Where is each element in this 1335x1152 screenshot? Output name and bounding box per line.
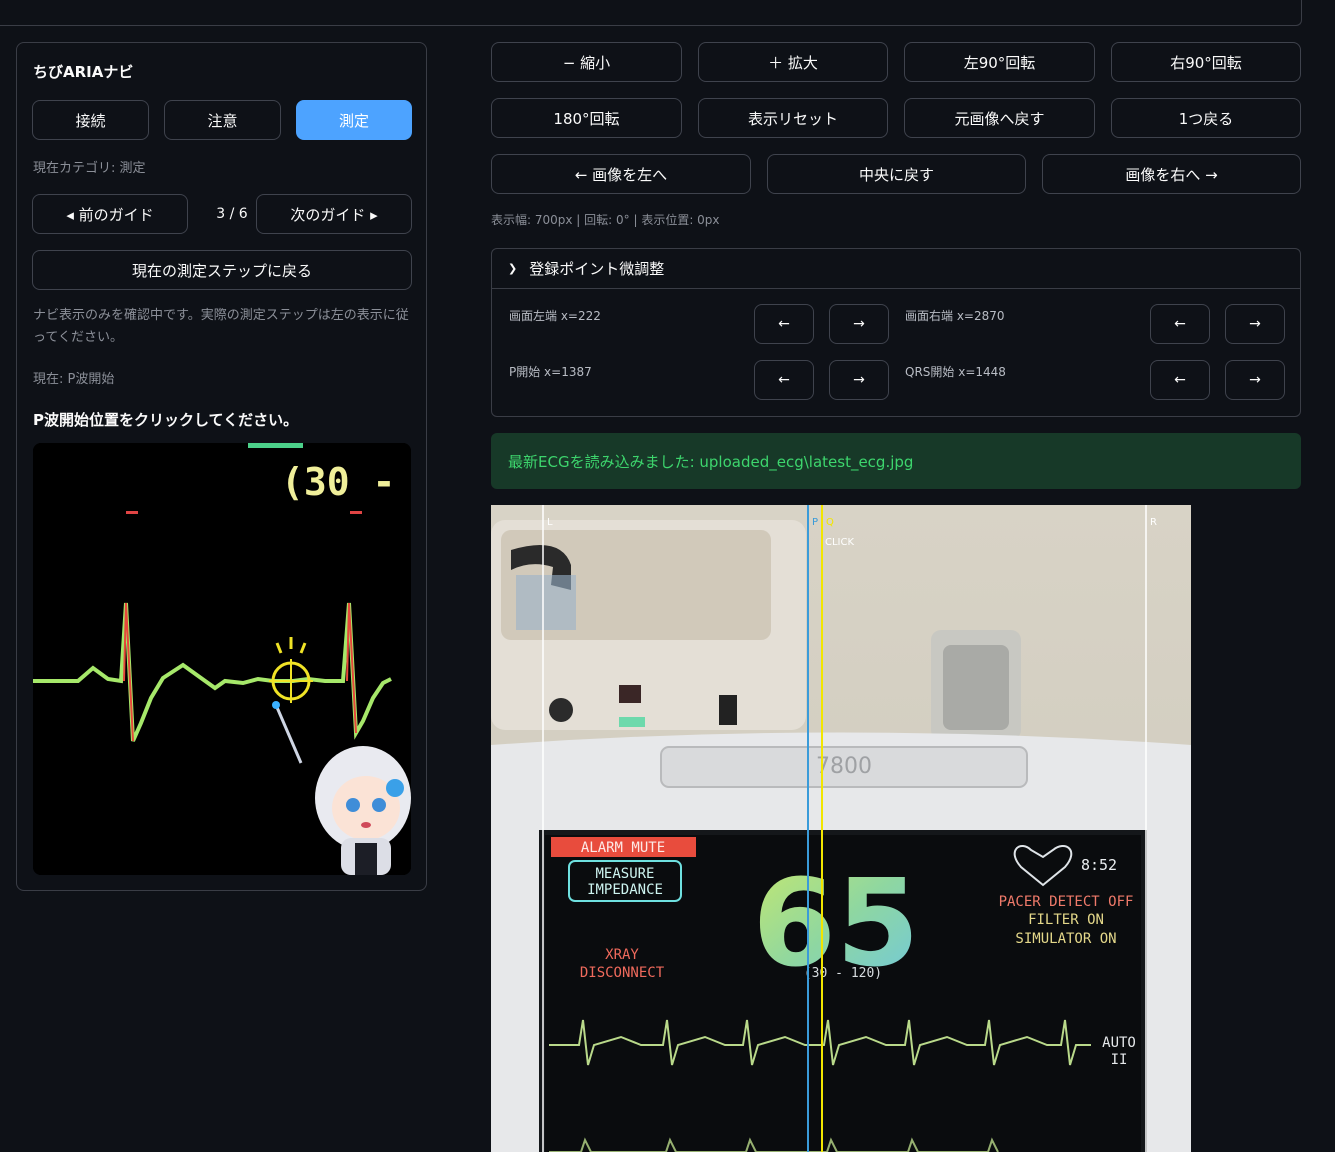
right-edge-minus-button[interactable]: ← bbox=[1150, 304, 1210, 344]
navi-note: ナビ表示のみを確認中です。実際の測定ステップは左の表示に従ってください。 bbox=[33, 308, 409, 345]
measure-label-1: MEASURE bbox=[595, 866, 654, 882]
current-category: 現在カテゴリ: 測定 bbox=[33, 161, 146, 176]
category-connect-button[interactable]: 接続 bbox=[32, 100, 149, 140]
lead-auto: AUTO bbox=[1102, 1035, 1136, 1051]
rotate-180-button[interactable]: 180°回転 bbox=[491, 98, 682, 138]
left-edge-minus-button[interactable]: ← bbox=[754, 304, 814, 344]
lead-ii: II bbox=[1111, 1052, 1128, 1068]
clock-time: 8:52 bbox=[1081, 856, 1117, 874]
rotate-right-button[interactable]: 右90°回転 bbox=[1111, 42, 1301, 82]
zoom-in-button[interactable]: ＋ 拡大 bbox=[698, 42, 888, 82]
navi-panel: ちびARIAナビ 接続 注意 測定 現在カテゴリ: 測定 ◂ 前のガイド 3 /… bbox=[16, 42, 427, 891]
qrs-start-plus-button[interactable]: → bbox=[1225, 360, 1285, 400]
p-start-plus-button[interactable]: → bbox=[829, 360, 889, 400]
top-container-edge bbox=[0, 0, 1302, 26]
fine-tune-title: 登録ポイント微調整 bbox=[529, 260, 665, 278]
marker-r-label: R bbox=[1150, 517, 1157, 528]
left-edge-label: 画面左端 x=222 bbox=[509, 309, 601, 323]
guide-count: 3 / 6 bbox=[216, 206, 248, 222]
next-guide-button[interactable]: 次のガイド ▸ bbox=[256, 194, 412, 234]
fine-tune-header[interactable]: ❯ 登録ポイント微調整 bbox=[492, 249, 1300, 289]
prev-guide-button[interactable]: ◂ 前のガイド bbox=[32, 194, 188, 234]
xray-label-1: XRAY bbox=[605, 947, 639, 963]
filter-status: FILTER ON bbox=[1028, 912, 1104, 928]
marker-q-label: Q bbox=[826, 517, 834, 528]
alarm-mute-label: ALARM MUTE bbox=[581, 840, 665, 856]
move-left-button[interactable]: ← 画像を左へ bbox=[491, 154, 751, 194]
status-message-text: 最新ECGを読み込みました: uploaded_ecg\latest_ecg.j… bbox=[508, 452, 914, 471]
device-model: 7800 bbox=[816, 754, 872, 779]
category-measure-button[interactable]: 測定 bbox=[296, 100, 412, 140]
left-edge-plus-button[interactable]: → bbox=[829, 304, 889, 344]
ecg-image-canvas[interactable]: 7800 ALARM MUTE MEASURE IMPEDANCE 65 8:5… bbox=[491, 505, 1191, 1152]
category-caution-button[interactable]: 注意 bbox=[164, 100, 281, 140]
click-label: CLICK bbox=[825, 537, 854, 548]
current-step: 現在: P波開始 bbox=[33, 372, 115, 387]
rotate-left-button[interactable]: 左90°回転 bbox=[904, 42, 1095, 82]
ecg-photo-graphic[interactable]: 7800 ALARM MUTE MEASURE IMPEDANCE 65 8:5… bbox=[491, 505, 1191, 1152]
panel-title: ちびARIAナビ bbox=[33, 63, 134, 81]
chevron-down-icon: ❯ bbox=[508, 262, 518, 275]
pacer-status: PACER DETECT OFF bbox=[999, 894, 1134, 910]
right-edge-plus-button[interactable]: → bbox=[1225, 304, 1285, 344]
undo-button[interactable]: 1つ戻る bbox=[1111, 98, 1301, 138]
move-right-button[interactable]: 画像を右へ → bbox=[1042, 154, 1301, 194]
guide-illustration: (30 - bbox=[33, 443, 411, 875]
center-button[interactable]: 中央に戻す bbox=[767, 154, 1026, 194]
load-success-message: 最新ECGを読み込みました: uploaded_ecg\latest_ecg.j… bbox=[491, 433, 1301, 489]
qrs-start-minus-button[interactable]: ← bbox=[1150, 360, 1210, 400]
reset-view-button[interactable]: 表示リセット bbox=[698, 98, 888, 138]
marker-p-label: P bbox=[812, 517, 818, 528]
qrs-start-label: QRS開始 x=1448 bbox=[905, 365, 1006, 379]
guide-ecg-graphic: (30 - bbox=[33, 443, 411, 875]
hr-range: (30 - 120) bbox=[804, 966, 882, 981]
simulator-status: SIMULATOR ON bbox=[1015, 931, 1116, 947]
measure-label-2: IMPEDANCE bbox=[587, 882, 663, 898]
right-edge-label: 画面右端 x=2870 bbox=[905, 309, 1005, 323]
restore-original-button[interactable]: 元画像へ戻す bbox=[904, 98, 1095, 138]
fine-tune-expander: ❯ 登録ポイント微調整 画面左端 x=222 ← → 画面右端 x=2870 ←… bbox=[491, 248, 1301, 417]
view-info: 表示幅: 700px | 回転: 0° | 表示位置: 0px bbox=[491, 213, 720, 227]
guide-range-text: (30 - bbox=[281, 460, 395, 504]
marker-l-label: L bbox=[547, 517, 553, 528]
step-instruction: P波開始位置をクリックしてください。 bbox=[33, 411, 299, 429]
zoom-out-button[interactable]: − 縮小 bbox=[491, 42, 682, 82]
xray-label-2: DISCONNECT bbox=[580, 965, 665, 981]
p-start-label: P開始 x=1387 bbox=[509, 365, 592, 379]
return-to-step-button[interactable]: 現在の測定ステップに戻る bbox=[32, 250, 412, 290]
p-start-minus-button[interactable]: ← bbox=[754, 360, 814, 400]
